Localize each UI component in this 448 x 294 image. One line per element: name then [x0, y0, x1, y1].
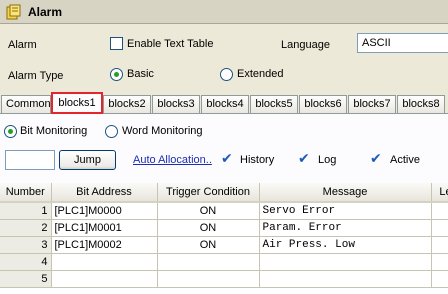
column-header-message[interactable]: Message [259, 183, 432, 203]
enable-text-table-label[interactable]: Enable Text Table [127, 38, 213, 50]
row-number: 4 [0, 253, 52, 271]
table-row[interactable]: 5 [0, 270, 448, 288]
alarm-type-extended-radio[interactable] [220, 68, 233, 81]
tab-blocks5[interactable]: blocks5 [250, 95, 298, 113]
bit-address-cell[interactable]: [PLC1]M0002 [51, 236, 158, 254]
alarm-label: Alarm [8, 39, 37, 51]
tab-blocks2[interactable]: blocks2 [103, 95, 151, 113]
bit-monitoring-radio[interactable] [4, 125, 17, 138]
table-row[interactable]: 1 [PLC1]M0000 ON Servo Error [0, 202, 448, 220]
message-cell[interactable]: Air Press. Low [259, 236, 432, 254]
tab-blocks7[interactable]: blocks7 [348, 95, 396, 113]
table-row[interactable]: 2 [PLC1]M0001 ON Param. Error [0, 219, 448, 237]
level-cell[interactable] [431, 219, 448, 237]
history-check-icon[interactable]: ✔ [221, 150, 233, 167]
trigger-condition-cell[interactable]: ON [157, 236, 260, 254]
bit-address-cell[interactable] [51, 270, 158, 288]
title-bar: Alarm [0, 0, 448, 24]
message-cell[interactable] [259, 270, 432, 288]
level-cell[interactable] [431, 270, 448, 288]
language-label: Language [281, 39, 330, 51]
tab-blocks6[interactable]: blocks6 [299, 95, 347, 113]
word-monitoring-label[interactable]: Word Monitoring [122, 125, 203, 137]
alarm-type-extended-label[interactable]: Extended [237, 68, 283, 80]
row-number: 3 [0, 236, 52, 254]
column-header-trigger-condition[interactable]: Trigger Condition [157, 183, 260, 203]
column-header-bit-address[interactable]: Bit Address [51, 183, 158, 203]
jump-input[interactable] [5, 150, 55, 170]
tab-blocks8[interactable]: blocks8 [397, 95, 445, 113]
alarm-type-label: Alarm Type [8, 70, 64, 82]
table-row[interactable]: 3 [PLC1]M0002 ON Air Press. Low [0, 236, 448, 254]
tab-blocks3[interactable]: blocks3 [152, 95, 200, 113]
window-title: Alarm [28, 5, 63, 19]
level-cell[interactable] [431, 236, 448, 254]
log-check-icon[interactable]: ✔ [298, 150, 310, 167]
block-tabs: Common blocks1 blocks2 blocks3 blocks4 b… [0, 92, 448, 114]
tab-blocks1[interactable]: blocks1 [51, 92, 103, 114]
auto-allocation-link[interactable]: Auto Allocation.. [133, 154, 212, 166]
level-cell[interactable] [431, 253, 448, 271]
message-cell[interactable]: Servo Error [259, 202, 432, 220]
bit-address-cell[interactable]: [PLC1]M0000 [51, 202, 158, 220]
language-select[interactable]: ASCII [357, 33, 448, 53]
row-number: 5 [0, 270, 52, 288]
trigger-condition-cell[interactable]: ON [157, 202, 260, 220]
row-number: 2 [0, 219, 52, 237]
bit-monitoring-label[interactable]: Bit Monitoring [20, 125, 87, 137]
column-header-number[interactable]: Number [0, 183, 52, 203]
jump-button[interactable]: Jump [59, 150, 116, 170]
message-cell[interactable] [259, 253, 432, 271]
log-label[interactable]: Log [318, 154, 336, 166]
enable-text-table-checkbox[interactable] [110, 37, 123, 50]
history-label[interactable]: History [240, 154, 274, 166]
active-check-icon[interactable]: ✔ [370, 150, 382, 167]
alarm-type-basic-radio[interactable] [110, 68, 123, 81]
bit-address-cell[interactable]: [PLC1]M0001 [51, 219, 158, 237]
tab-common[interactable]: Common [1, 95, 51, 113]
level-cell[interactable] [431, 202, 448, 220]
alarm-type-basic-label[interactable]: Basic [127, 68, 154, 80]
column-header-level[interactable]: Le [431, 183, 448, 203]
trigger-condition-cell[interactable] [157, 270, 260, 288]
table-row[interactable]: 4 [0, 253, 448, 271]
trigger-condition-cell[interactable] [157, 253, 260, 271]
alarm-app-icon [6, 4, 21, 20]
word-monitoring-radio[interactable] [105, 125, 118, 138]
active-label[interactable]: Active [390, 154, 420, 166]
tab-blocks4[interactable]: blocks4 [201, 95, 249, 113]
bit-address-cell[interactable] [51, 253, 158, 271]
message-cell[interactable]: Param. Error [259, 219, 432, 237]
trigger-condition-cell[interactable]: ON [157, 219, 260, 237]
row-number: 1 [0, 202, 52, 220]
alarm-table: Number Bit Address Trigger Condition Mes… [0, 183, 448, 294]
table-header: Number Bit Address Trigger Condition Mes… [0, 183, 448, 203]
